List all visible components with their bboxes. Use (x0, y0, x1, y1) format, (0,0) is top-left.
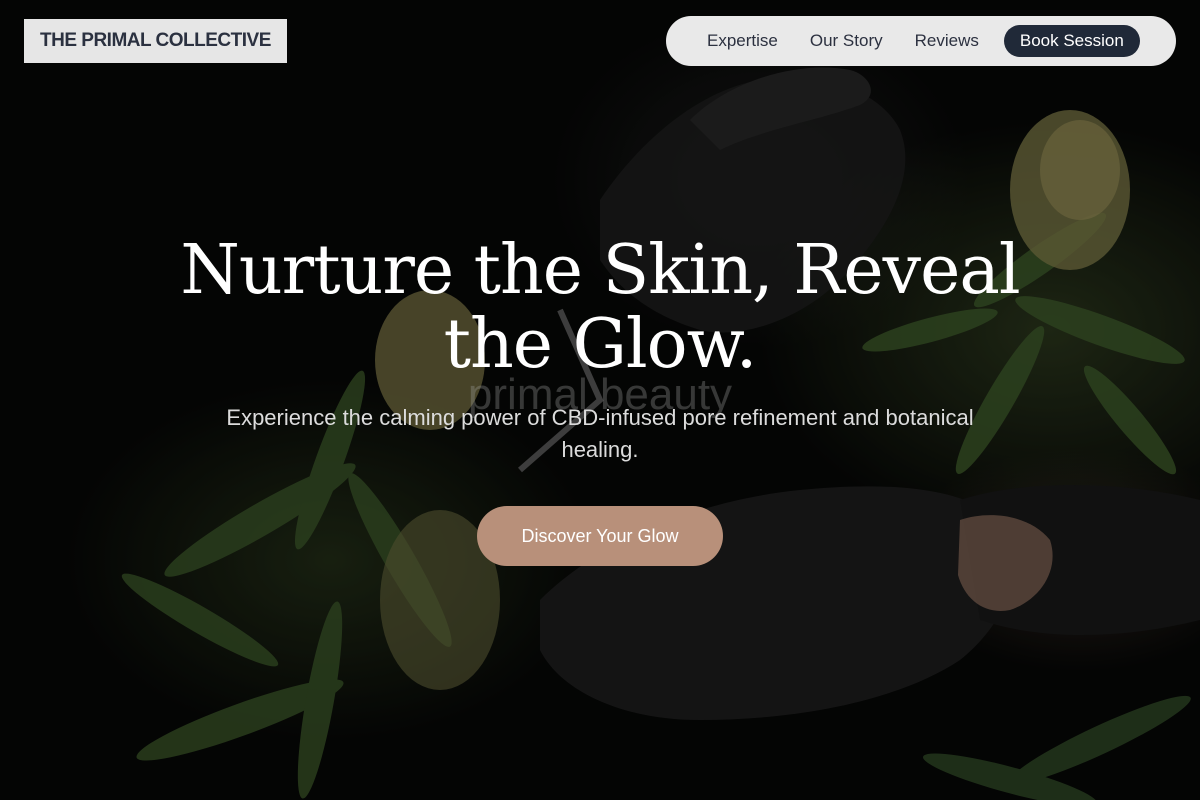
hero-section: THE PRIMAL COLLECTIVE Expertise Our Stor… (0, 0, 1200, 800)
discover-your-glow-button[interactable]: Discover Your Glow (477, 506, 723, 566)
brand-name: THE PRIMAL COLLECTIVE (40, 30, 271, 51)
nav-link-our-story[interactable]: Our Story (794, 31, 899, 51)
hero-headline: Nurture the Skin, Reveal the Glow. (180, 231, 1020, 384)
nav-link-expertise[interactable]: Expertise (691, 31, 794, 51)
brand-logo[interactable]: THE PRIMAL COLLECTIVE (24, 19, 287, 63)
hero-subheading: Experience the calming power of CBD-infu… (226, 405, 974, 462)
nav-link-reviews[interactable]: Reviews (899, 31, 995, 51)
main-nav: Expertise Our Story Reviews Book Session (666, 16, 1176, 66)
book-session-button[interactable]: Book Session (1003, 25, 1140, 57)
